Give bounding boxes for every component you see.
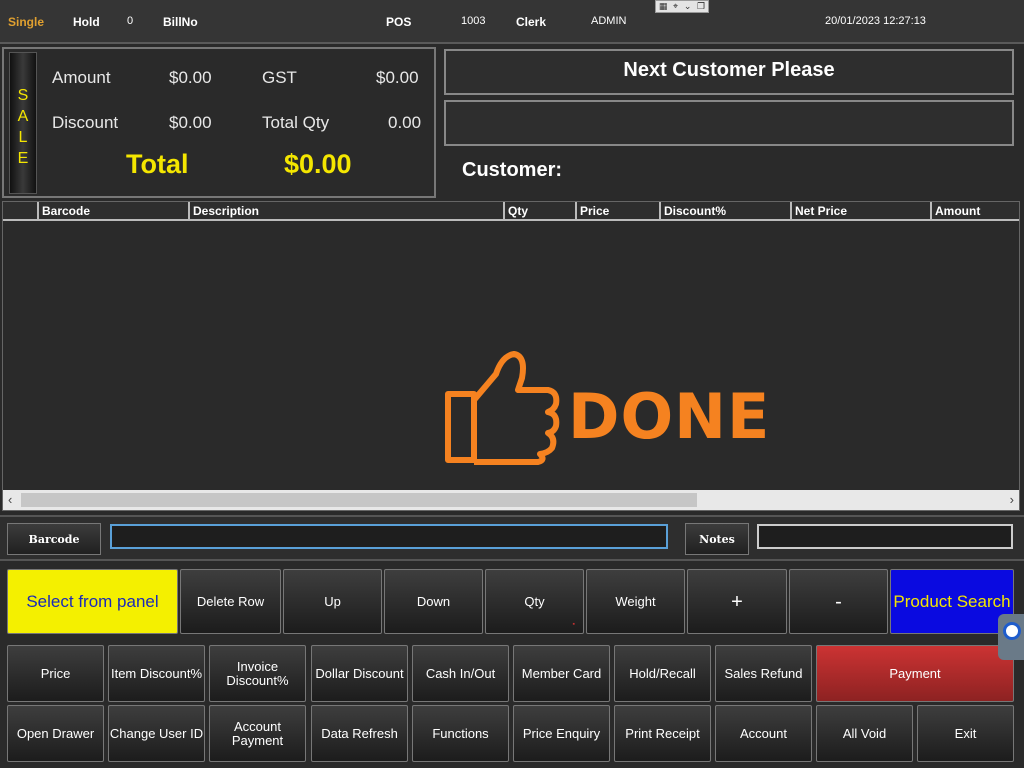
column-header-amount[interactable]: Amount: [930, 202, 1019, 221]
notes-button[interactable]: Notes: [685, 523, 749, 555]
minus-button[interactable]: -: [789, 569, 888, 634]
thumbs-up-icon: [445, 351, 560, 465]
pin-icon[interactable]: ⌖: [673, 2, 678, 12]
print-receipt-button[interactable]: Print Receipt: [614, 705, 711, 762]
horizontal-scrollbar[interactable]: ‹ ›: [3, 490, 1019, 510]
window-controls[interactable]: ▦ ⌖ ⌄ ❐: [655, 0, 709, 13]
scroll-left-icon[interactable]: ‹: [8, 492, 12, 507]
discount-label: Discount: [52, 113, 119, 132]
qty-button[interactable]: Qty ▪: [485, 569, 584, 634]
clerk-label: Clerk: [516, 15, 547, 29]
payment-button[interactable]: Payment: [816, 645, 1014, 702]
functions-button[interactable]: Functions: [412, 705, 509, 762]
customer-message-box: Next Customer Please: [444, 49, 1014, 95]
change-user-button[interactable]: Change User ID: [108, 705, 205, 762]
price-enquiry-button[interactable]: Price Enquiry: [513, 705, 610, 762]
data-refresh-button[interactable]: Data Refresh: [311, 705, 408, 762]
entry-row: Barcode Notes: [0, 515, 1024, 561]
hotkey-hint: ▪: [572, 621, 575, 628]
sale-mode-strip: S A L E: [9, 52, 37, 194]
weight-button[interactable]: Weight: [586, 569, 685, 634]
dollar-discount-button[interactable]: Dollar Discount: [311, 645, 408, 702]
account-payment-button[interactable]: Account Payment: [209, 705, 306, 762]
mode-label: Single: [8, 15, 45, 29]
done-text: DONE: [568, 380, 771, 453]
hold-recall-button[interactable]: Hold/Recall: [614, 645, 711, 702]
grid-icon[interactable]: ▦: [659, 2, 668, 12]
barcode-button[interactable]: Barcode: [7, 523, 101, 555]
clerk-name: ADMIN: [591, 15, 627, 27]
customer-message: Next Customer Please: [623, 59, 835, 81]
billno-label: BillNo: [163, 15, 198, 29]
sales-refund-button[interactable]: Sales Refund: [715, 645, 812, 702]
gst-label: GST: [262, 68, 297, 87]
all-void-button[interactable]: All Void: [816, 705, 913, 762]
customer-label: Customer:: [462, 159, 563, 181]
chevron-down-icon[interactable]: ⌄: [684, 2, 692, 12]
amount-value: $0.00: [169, 68, 212, 87]
down-button[interactable]: Down: [384, 569, 483, 634]
plus-button[interactable]: +: [687, 569, 787, 634]
sale-summary-panel: S A L E Amount $0.00 GST $0.00 Discount …: [2, 47, 436, 198]
price-button[interactable]: Price: [7, 645, 104, 702]
qty-button-label: Qty: [524, 593, 545, 609]
invoice-discount-button[interactable]: Invoice Discount%: [209, 645, 306, 702]
sale-letter: A: [17, 108, 29, 125]
cash-in-out-button[interactable]: Cash In/Out: [412, 645, 509, 702]
open-drawer-button[interactable]: Open Drawer: [7, 705, 104, 762]
pos-number: 1003: [461, 15, 486, 27]
product-search-button[interactable]: Product Search: [890, 569, 1014, 634]
status-bar: Single Hold 0 BillNo POS 1003 Clerk ADMI…: [0, 0, 1024, 44]
sale-letter: L: [18, 129, 28, 146]
done-overlay: DONE: [444, 350, 769, 465]
amount-label: Amount: [52, 68, 111, 87]
account-button[interactable]: Account: [715, 705, 812, 762]
select-from-panel-button[interactable]: Select from panel: [7, 569, 178, 634]
scroll-thumb[interactable]: [21, 493, 697, 507]
pos-label: POS: [386, 15, 412, 29]
column-header-qty[interactable]: Qty: [503, 202, 575, 221]
restore-icon[interactable]: ❐: [697, 2, 705, 12]
delete-row-button[interactable]: Delete Row: [180, 569, 281, 634]
member-card-button[interactable]: Member Card: [513, 645, 610, 702]
remote-support-icon[interactable]: [1003, 622, 1021, 640]
hold-count: 0: [127, 15, 134, 27]
column-header-discount[interactable]: Discount%: [659, 202, 790, 221]
total-qty-value: 0.00: [388, 113, 422, 132]
column-header-barcode[interactable]: Barcode: [37, 202, 188, 221]
datetime: 20/01/2023 12:27:13: [825, 15, 926, 27]
sale-letter: S: [17, 87, 29, 104]
item-discount-button[interactable]: Item Discount%: [108, 645, 205, 702]
column-header-description[interactable]: Description: [188, 202, 503, 221]
column-header-net-price[interactable]: Net Price: [790, 202, 930, 221]
customer-secondary-box: [444, 100, 1014, 146]
discount-value: $0.00: [169, 113, 212, 132]
up-button[interactable]: Up: [283, 569, 382, 634]
column-header-price[interactable]: Price: [575, 202, 659, 221]
total-value: $0.00: [284, 149, 352, 179]
side-tab[interactable]: [998, 614, 1024, 660]
sale-letter: E: [17, 150, 29, 167]
exit-button[interactable]: Exit: [917, 705, 1014, 762]
notes-input[interactable]: [757, 524, 1013, 549]
scroll-right-icon[interactable]: ›: [1010, 492, 1014, 507]
hold-label: Hold: [73, 15, 100, 29]
total-label: Total: [126, 149, 189, 179]
gst-value: $0.00: [376, 68, 419, 87]
barcode-input[interactable]: [110, 524, 668, 549]
total-qty-label: Total Qty: [262, 113, 330, 132]
grid-header: Barcode Description Qty Price Discount% …: [3, 202, 1019, 221]
